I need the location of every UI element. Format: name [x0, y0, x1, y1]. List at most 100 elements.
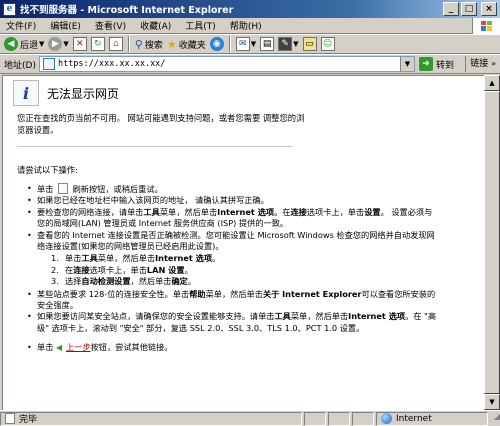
- item-text: 如果您已经在地址栏中输入该网页的地址， 请确认其拼写正确。: [37, 195, 269, 206]
- edit-button[interactable]: ✎ ▼: [276, 35, 300, 53]
- list-item: 某些站点要求 128-位的连接安全性。单击帮助菜单，然后单击关于 Interne…: [27, 289, 437, 312]
- forward-dropdown-icon[interactable]: ▼: [63, 40, 68, 48]
- item-text: 。: [212, 253, 221, 264]
- toolbar-separator: [127, 36, 130, 52]
- stop-icon: ✕: [72, 37, 87, 51]
- suggestion-list: 单击 刷新按钮，或稍后重试。 如果您已经在地址栏中输入该网页的地址， 请确认其拼…: [27, 183, 437, 354]
- item-text: 。: [187, 276, 197, 287]
- address-dropdown-icon[interactable]: ▼: [399, 57, 414, 71]
- address-input[interactable]: https://xxx.xx.xx.xx/ ▼: [38, 56, 415, 72]
- standard-toolbar: ◀ 后退 ▼ ▶ ▼ ✕ ↻ ⌂ ⚲ 搜索 ★ 收藏夹 ◉ ✉ ▼ ▤ ✎ ▼ …: [0, 34, 500, 54]
- step-number: 1.: [51, 253, 59, 264]
- item-text: 单击: [65, 253, 82, 264]
- back-button[interactable]: ◀ 后退 ▼: [2, 35, 46, 53]
- item-bold: Internet 选项: [155, 253, 213, 264]
- address-url[interactable]: https://xxx.xx.xx.xx/: [58, 59, 400, 69]
- item-bold: LAN 设置: [146, 264, 185, 275]
- item-bold: 工具: [274, 311, 291, 322]
- edit-dropdown-icon[interactable]: ▼: [293, 40, 298, 48]
- messenger-icon: ☺: [320, 37, 335, 51]
- resize-grip-icon[interactable]: ◢: [488, 412, 500, 426]
- back-link[interactable]: 上一步: [66, 342, 91, 352]
- zone-label: Internet: [396, 413, 432, 424]
- item-text: 。: [184, 264, 193, 275]
- mail-dropdown-icon[interactable]: ▼: [251, 40, 256, 48]
- media-icon: ◉: [209, 37, 224, 51]
- globe-icon: [381, 413, 392, 424]
- status-text-area: 完毕: [0, 411, 302, 426]
- windows-logo-icon: [472, 17, 500, 34]
- security-zone[interactable]: Internet: [376, 411, 488, 426]
- item-text: 选项卡上，单击: [89, 264, 147, 275]
- refresh-button[interactable]: ↻: [89, 35, 107, 53]
- menu-edit[interactable]: 编辑(E): [44, 19, 89, 32]
- refresh-icon: ↻: [90, 37, 105, 51]
- favorites-button[interactable]: ★ 收藏夹: [165, 35, 208, 53]
- discuss-button[interactable]: ▭: [301, 35, 319, 53]
- address-label: 地址(D): [4, 60, 36, 71]
- maximize-button[interactable]: □: [461, 2, 477, 16]
- menu-view[interactable]: 查看(V): [89, 19, 134, 32]
- back-dropdown-icon[interactable]: ▼: [39, 40, 44, 48]
- toolbar-separator: [228, 36, 231, 52]
- media-button[interactable]: ◉: [208, 35, 226, 53]
- scroll-down-icon[interactable]: ▼: [484, 394, 500, 410]
- item-bold: 工具: [81, 253, 98, 264]
- item-bold: 工具: [143, 206, 160, 217]
- forward-button[interactable]: ▶ ▼: [46, 35, 70, 53]
- go-label: 转到: [435, 60, 454, 71]
- item-text: 查看您的 Internet 连接设置是否正确被检测。您可能设置让 Microso…: [37, 229, 435, 252]
- item-bold: 设置: [364, 206, 381, 217]
- menu-help[interactable]: 帮助(H): [224, 19, 270, 32]
- close-button[interactable]: ×: [481, 2, 497, 16]
- menu-tools[interactable]: 工具(T): [179, 19, 224, 32]
- list-item: 要检查您的网络连接，请单击工具菜单，然后单击Internet 选项。在连接选项卡…: [27, 207, 437, 230]
- search-icon: ⚲: [134, 37, 143, 51]
- messenger-button[interactable]: ☺: [319, 35, 337, 53]
- item-text: ，然后单击: [130, 276, 172, 287]
- search-button[interactable]: ⚲ 搜索: [133, 35, 165, 53]
- stop-button[interactable]: ✕: [71, 35, 89, 53]
- item-text: 选择: [65, 276, 82, 287]
- item-text: 按钮，尝试其他链接。: [90, 342, 173, 353]
- links-button[interactable]: 链接 »: [465, 56, 500, 72]
- menu-favorites[interactable]: 收藏(A): [134, 19, 179, 32]
- menu-file[interactable]: 文件(F): [0, 19, 44, 32]
- mail-icon: ✉: [235, 37, 250, 51]
- intro-text: 您正在查找的页当前不可用。 网站可能遇到支持问题，或者您需要 调整您的浏览器设置…: [17, 113, 305, 135]
- scroll-up-icon[interactable]: ▲: [484, 75, 500, 91]
- list-item: 查看您的 Internet 连接设置是否正确被检测。您可能设置让 Microso…: [27, 230, 437, 288]
- status-panel: [352, 411, 374, 426]
- item-text: 菜单，然后单击: [290, 311, 349, 322]
- back-label: 后退: [20, 40, 39, 51]
- page-header: i 无法显示网页: [13, 80, 119, 106]
- minimize-button[interactable]: _: [443, 2, 459, 16]
- list-item: 如果您要访问某安全站点，请确保您的安全设置能够支持。请单击工具菜单，然后单击In…: [27, 311, 437, 334]
- item-text: 。在: [274, 206, 291, 217]
- sub-step: 2. 在连接选项卡上，单击LAN 设置。: [51, 265, 437, 276]
- edit-icon: ✎: [278, 37, 293, 51]
- chevron-right-icon: »: [491, 59, 496, 68]
- status-panel: [304, 411, 326, 426]
- page-icon: [42, 58, 55, 70]
- home-button[interactable]: ⌂: [107, 35, 125, 53]
- item-text: 如果您要访问某安全站点，请确保您的安全设置能够支持。请单击: [37, 311, 275, 322]
- item-bold: Internet 选项: [348, 311, 406, 322]
- item-text: 选项卡上，单击: [306, 206, 365, 217]
- item-bold: 关于 Internet Explorer: [262, 288, 362, 299]
- go-button[interactable]: ➜ 转到: [418, 57, 454, 71]
- item-text: 某些站点要求 128-位的连接安全性。单击: [37, 288, 190, 299]
- print-button[interactable]: ▤: [258, 35, 276, 53]
- sub-step: 1. 单击工具菜单，然后单击Internet 选项。: [51, 253, 437, 264]
- go-arrow-icon: ➜: [418, 57, 433, 71]
- item-text: 菜单，然后单击: [159, 206, 218, 217]
- item-text: 菜单，然后单击: [97, 253, 156, 264]
- sub-step: 3. 选择自动检测设置，然后单击确定。: [51, 276, 437, 287]
- page-title: 无法显示网页: [47, 86, 120, 101]
- print-icon: ▤: [260, 37, 275, 51]
- scroll-thumb[interactable]: [484, 91, 500, 394]
- status-panel: [328, 411, 350, 426]
- vertical-scrollbar[interactable]: ▲ ▼: [484, 75, 500, 410]
- list-item: 单击 ◀上一步按钮，尝试其他链接。: [27, 342, 437, 354]
- mail-button[interactable]: ✉ ▼: [234, 35, 258, 53]
